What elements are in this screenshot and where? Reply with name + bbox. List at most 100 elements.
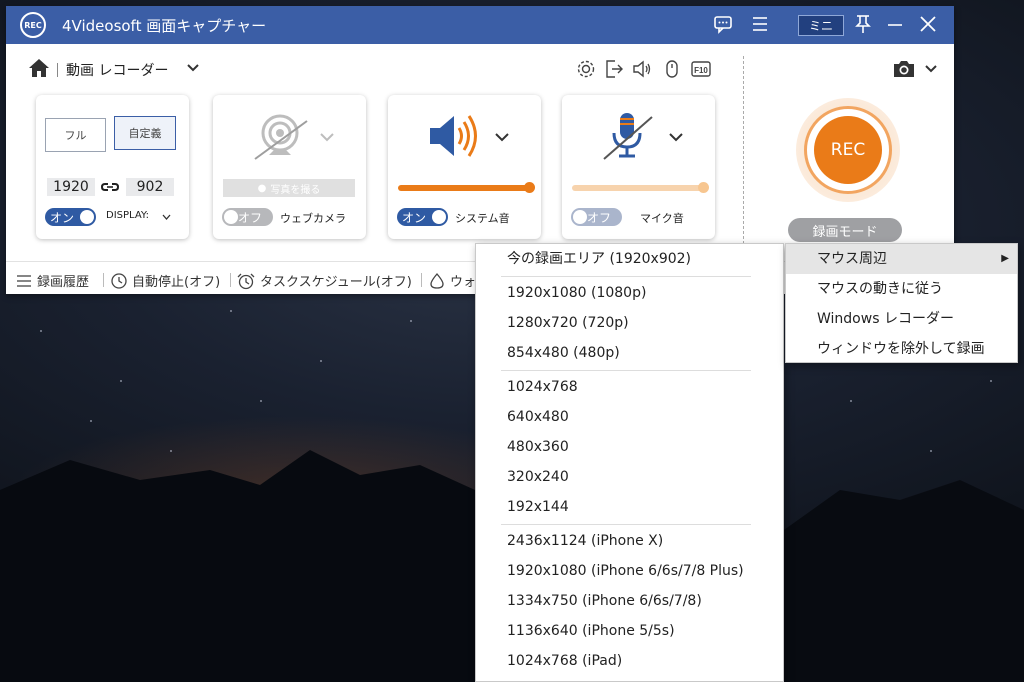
minimize-icon[interactable] xyxy=(886,14,904,34)
window-title: 4Videosoft 画面キャプチャー xyxy=(62,17,267,35)
system-audio-card: オン システム音 xyxy=(388,95,541,239)
microphone-toggle[interactable]: オフ xyxy=(571,208,622,226)
toggle-knob xyxy=(432,210,446,224)
camera-icon[interactable] xyxy=(891,58,917,80)
rec-logo-icon: REC xyxy=(20,12,46,38)
resolution-option[interactable]: 1136x640 (iPhone 5/5s) xyxy=(507,621,675,641)
resolution-option[interactable]: 320x240 xyxy=(507,467,569,487)
pin-icon[interactable] xyxy=(854,14,872,34)
record-mode-option[interactable]: ウィンドウを除外して録画 xyxy=(786,334,1017,364)
custom-area-option[interactable]: 自定義 xyxy=(114,116,176,150)
status-label: ウォ xyxy=(450,275,477,290)
resolution-dropdown-menu: 今の録画エリア (1920x902) 1920x1080 (1080p) 1280x… xyxy=(475,243,784,682)
export-icon[interactable] xyxy=(603,58,625,80)
resolution-option[interactable]: 1334x750 (iPhone 6/6s/7/8) xyxy=(507,591,702,611)
chevron-down-icon[interactable] xyxy=(924,62,938,76)
speaker-icon[interactable] xyxy=(631,58,653,80)
clock-icon xyxy=(111,272,127,289)
system-volume-handle[interactable] xyxy=(524,182,535,193)
record-mode-option-label: マウス周辺 xyxy=(817,251,887,267)
recording-history-button[interactable]: 録画履歴 xyxy=(15,271,89,290)
mode-divider xyxy=(57,63,58,77)
webcam-label: ウェブカメラ xyxy=(280,212,346,225)
status-label: タスクスケジュール(オフ) xyxy=(260,275,412,290)
system-audio-label: システム音 xyxy=(455,212,510,225)
resolution-option[interactable]: 1024x768 xyxy=(507,377,578,397)
webcam-card: ● 写真を撮る オフ ウェブカメラ xyxy=(213,95,366,239)
task-schedule-button[interactable]: タスクスケジュール(オフ) xyxy=(236,271,412,290)
system-volume-slider[interactable] xyxy=(398,185,530,191)
close-icon[interactable] xyxy=(919,14,937,34)
record-mode-option-label: Windows レコーダー xyxy=(817,311,954,327)
mouse-icon[interactable] xyxy=(661,58,683,80)
chevron-down-icon[interactable] xyxy=(668,131,684,143)
toggle-knob xyxy=(80,210,94,224)
take-photo-label: 写真を撮る xyxy=(270,184,321,196)
rec-button[interactable]: REC xyxy=(814,116,882,184)
svg-text:F10: F10 xyxy=(694,66,708,75)
resolution-option[interactable]: 1024x768 (iPad) xyxy=(507,651,622,671)
recording-area-card: フル 自定義 1920 902 オン DISPLAY: xyxy=(36,95,189,239)
camera-icon: ● xyxy=(257,182,267,194)
resolution-option[interactable]: 480x360 xyxy=(507,437,569,457)
microphone-disabled-icon xyxy=(603,113,653,160)
microphone-volume-slider[interactable] xyxy=(572,185,704,191)
mode-toolbar: 動画 レコーダー F10 xyxy=(6,44,954,94)
toggle-label: オフ xyxy=(587,210,612,225)
feedback-icon[interactable] xyxy=(713,14,733,34)
resolution-option[interactable]: 1920x1080 (1080p) xyxy=(507,283,646,303)
record-mode-option[interactable]: マウス周辺 ▶ xyxy=(786,244,1017,274)
microphone-label: マイク音 xyxy=(640,212,684,225)
drop-icon xyxy=(430,272,444,289)
height-field[interactable]: 902 xyxy=(126,178,174,196)
alarm-clock-icon xyxy=(237,273,255,289)
menu-separator xyxy=(501,276,751,277)
area-toggle[interactable]: オン xyxy=(45,208,96,226)
resolution-option[interactable]: 今の録画エリア (1920x902) xyxy=(507,249,691,269)
record-mode-option[interactable]: Windows レコーダー xyxy=(786,304,1017,334)
webcam-toggle[interactable]: オフ xyxy=(222,208,273,226)
toggle-label: オフ xyxy=(238,210,263,225)
status-divider xyxy=(103,273,104,287)
home-icon[interactable] xyxy=(28,58,50,78)
resolution-option[interactable]: 854x480 (480p) xyxy=(507,343,620,363)
width-field[interactable]: 1920 xyxy=(47,178,95,196)
resolution-option[interactable]: 1920x1080 (iPhone 6/6s/7/8 Plus) xyxy=(507,561,744,581)
toggle-knob xyxy=(573,210,587,224)
chevron-down-icon[interactable] xyxy=(494,131,510,143)
chevron-down-icon[interactable] xyxy=(319,131,335,143)
microphone-volume-handle[interactable] xyxy=(698,182,709,193)
record-mode-option[interactable]: マウスの動きに従う xyxy=(786,274,1017,304)
menu-separator xyxy=(501,370,751,371)
take-photo-button[interactable]: ● 写真を撮る xyxy=(223,179,355,197)
submenu-arrow-icon: ▶ xyxy=(1001,253,1009,264)
link-aspect-icon[interactable] xyxy=(101,181,119,193)
status-divider xyxy=(230,273,231,287)
recorder-mode-selector[interactable]: 動画 レコーダー xyxy=(66,60,168,80)
resolution-option[interactable]: 640x480 xyxy=(507,407,569,427)
resolution-option[interactable]: 2436x1124 (iPhone X) xyxy=(507,531,663,551)
toggle-knob xyxy=(224,210,238,224)
mini-mode-button[interactable]: ミニ xyxy=(798,15,844,36)
menu-icon[interactable] xyxy=(751,14,769,34)
auto-stop-button[interactable]: 自動停止(オフ) xyxy=(110,271,220,290)
record-mode-button[interactable]: 録画モード xyxy=(788,218,902,242)
display-selector[interactable]: DISPLAY: xyxy=(106,210,149,221)
gear-icon[interactable] xyxy=(575,58,597,80)
resolution-option[interactable]: 1280x720 (720p) xyxy=(507,313,629,333)
menu-separator xyxy=(501,524,751,525)
status-divider xyxy=(421,273,422,287)
watermark-button[interactable]: ウォ xyxy=(428,271,476,290)
status-label: 自動停止(オフ) xyxy=(132,275,221,290)
chevron-down-icon[interactable] xyxy=(186,61,200,75)
record-mode-option-label: ウィンドウを除外して録画 xyxy=(817,341,985,357)
system-audio-toggle[interactable]: オン xyxy=(397,208,448,226)
record-mode-submenu: マウス周辺 ▶ マウスの動きに従う Windows レコーダーウィンドウを除外して録画 xyxy=(785,243,1018,363)
full-screen-option[interactable]: フル xyxy=(45,118,106,152)
resolution-option[interactable]: 192x144 xyxy=(507,497,569,517)
list-icon xyxy=(17,274,31,287)
chevron-down-icon[interactable] xyxy=(162,213,171,221)
microphone-card: オフ マイク音 xyxy=(562,95,715,239)
hotkey-f10-icon[interactable]: F10 xyxy=(690,58,712,80)
title-bar: REC 4Videosoft 画面キャプチャー ミニ xyxy=(6,6,954,44)
